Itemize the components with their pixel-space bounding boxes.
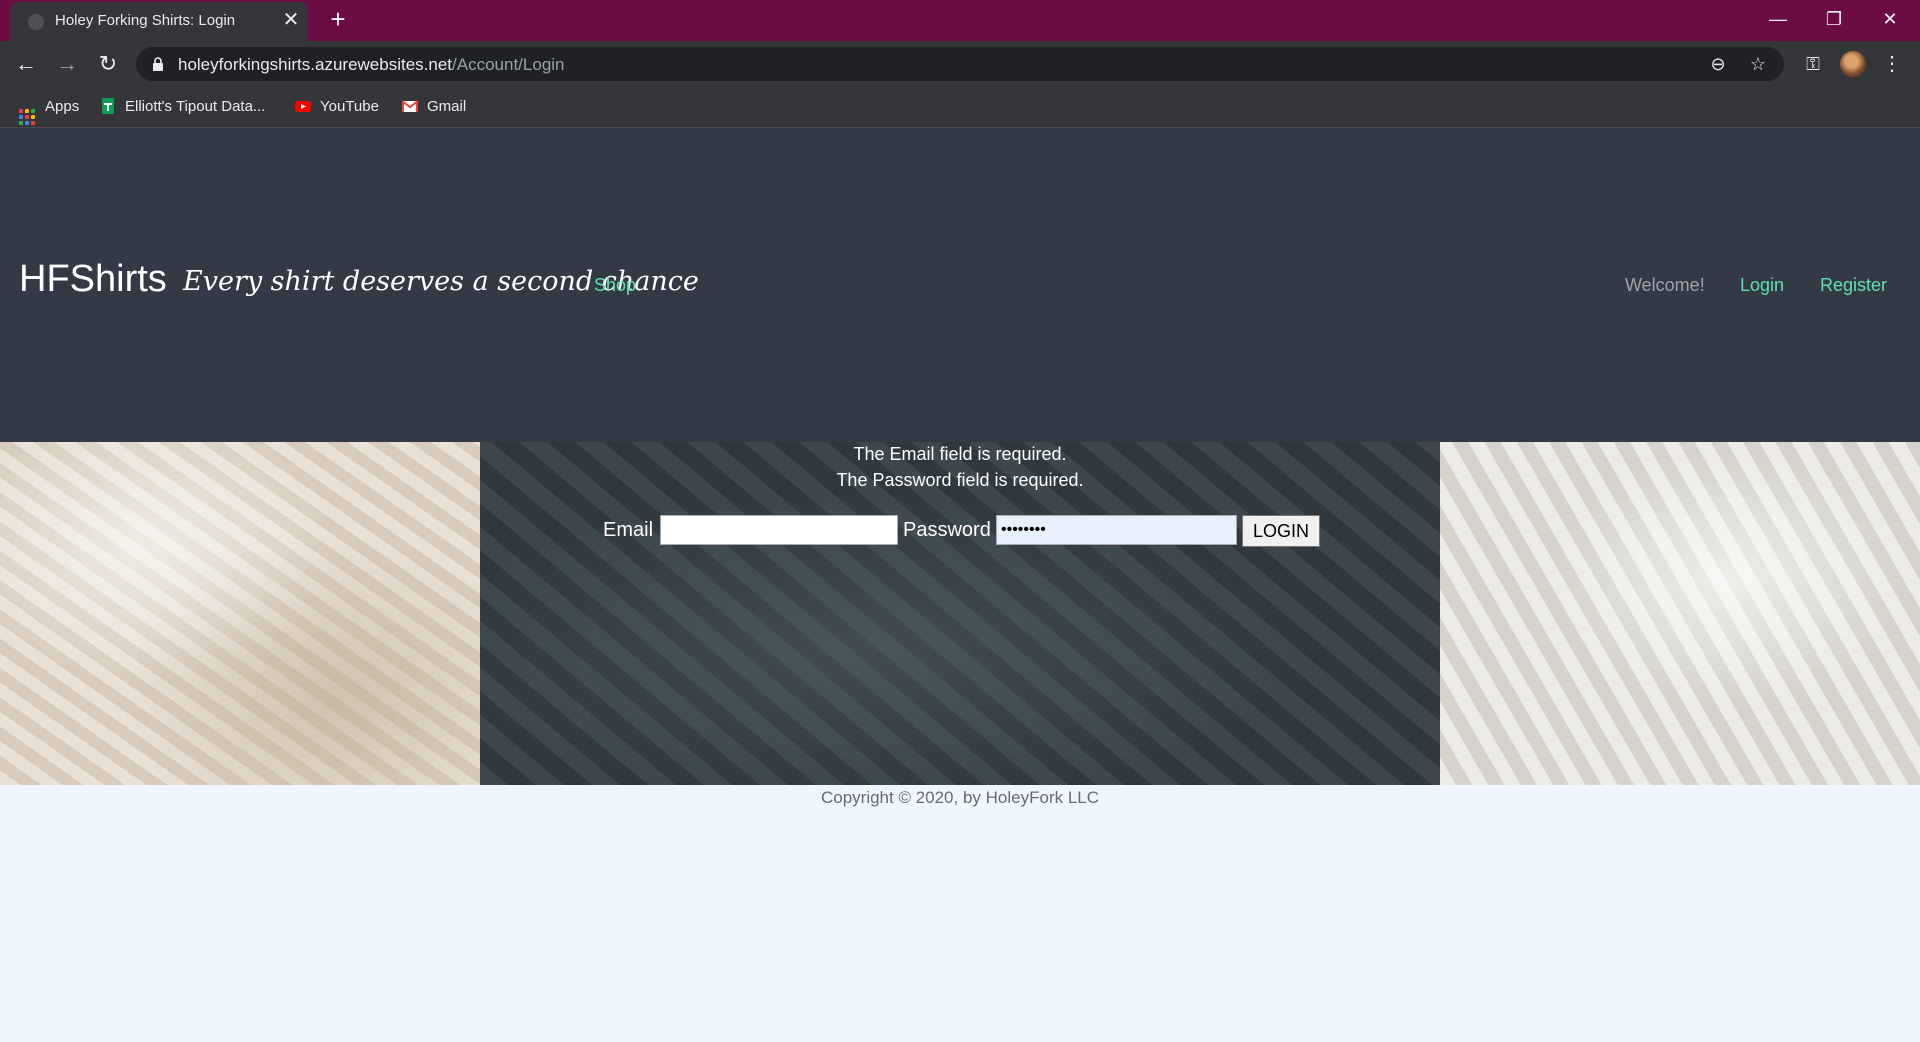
address-bar[interactable]: holeyforkingshirts.azurewebsites.net/Acc… [136, 47, 1784, 81]
browser-toolbar: ← → ↻ holeyforkingshirts.azurewebsites.n… [0, 41, 1920, 87]
forward-arrow-icon[interactable]: → [51, 48, 83, 80]
password-input[interactable] [996, 515, 1237, 545]
url-text: holeyforkingshirts.azurewebsites.net/Acc… [178, 55, 565, 75]
minimize-icon[interactable]: — [1750, 0, 1806, 38]
hero-image-right [1440, 442, 1920, 785]
footer-copyright: Copyright © 2020, by HoleyFork LLC [820, 788, 1100, 807]
bookmarks-bar: Apps Elliott's Tipout Data... YouTube Gm… [0, 87, 1920, 128]
restore-icon[interactable]: ❐ [1806, 0, 1862, 38]
password-key-icon[interactable]: ⚿ [1800, 51, 1826, 77]
globe-icon [28, 14, 44, 30]
back-arrow-icon[interactable]: ← [10, 48, 42, 80]
hero-image-center [480, 442, 1440, 785]
nav-shop-link[interactable]: Shop [594, 275, 636, 296]
password-label: Password [903, 519, 991, 541]
bookmark-label: YouTube [320, 98, 379, 115]
bookmark-star-icon[interactable]: ☆ [1746, 52, 1770, 76]
bookmark-label: Apps [45, 98, 80, 115]
bookmark-elliott[interactable]: Elliott's Tipout Data... [100, 95, 265, 119]
profile-avatar[interactable] [1840, 51, 1866, 77]
sheets-icon [102, 98, 114, 114]
bookmark-youtube[interactable]: YouTube [295, 95, 379, 119]
site-header: HFShirts Every shirt deserves a second c… [0, 128, 1920, 442]
password-error-message: The Password field is required. [836, 470, 1084, 490]
url-host: holeyforkingshirts.azurewebsites.net [178, 55, 453, 74]
bookmark-label: Elliott's Tipout Data... [125, 98, 266, 115]
login-button[interactable]: LOGIN [1242, 515, 1320, 547]
hero-image-left [0, 442, 480, 785]
reload-icon[interactable]: ↻ [92, 48, 124, 80]
email-label: Email [603, 519, 654, 541]
tab-title: Holey Forking Shirts: Login [55, 12, 236, 29]
gmail-icon [402, 100, 418, 112]
zoom-out-icon[interactable]: ⊖ [1706, 52, 1730, 76]
welcome-text: Welcome! [1625, 275, 1705, 295]
hero-section: The Email field is required. The Passwor… [0, 442, 1920, 785]
lock-icon [153, 57, 163, 71]
brand-logo[interactable]: HFShirts [19, 258, 167, 301]
browser-tab-strip: Holey Forking Shirts: Login ✕ + — ❐ ✕ [0, 0, 1920, 41]
bookmark-apps[interactable]: Apps [19, 95, 80, 125]
email-input[interactable] [660, 515, 898, 545]
email-error-message: The Email field is required. [853, 444, 1067, 464]
bookmark-label: Gmail [427, 98, 467, 115]
nav-register-link[interactable]: Register [1820, 275, 1887, 296]
apps-grid-icon [19, 109, 35, 125]
nav-login-link[interactable]: Login [1740, 275, 1784, 296]
close-tab-icon[interactable]: ✕ [280, 9, 302, 31]
new-tab-icon[interactable]: + [325, 6, 351, 32]
url-path: /Account/Login [452, 55, 565, 74]
browser-tab[interactable]: Holey Forking Shirts: Login ✕ [10, 2, 308, 41]
window-close-icon[interactable]: ✕ [1862, 0, 1918, 38]
youtube-icon [295, 101, 311, 112]
bookmark-gmail[interactable]: Gmail [402, 95, 466, 119]
kebab-menu-icon[interactable]: ⋮ [1882, 51, 1902, 77]
